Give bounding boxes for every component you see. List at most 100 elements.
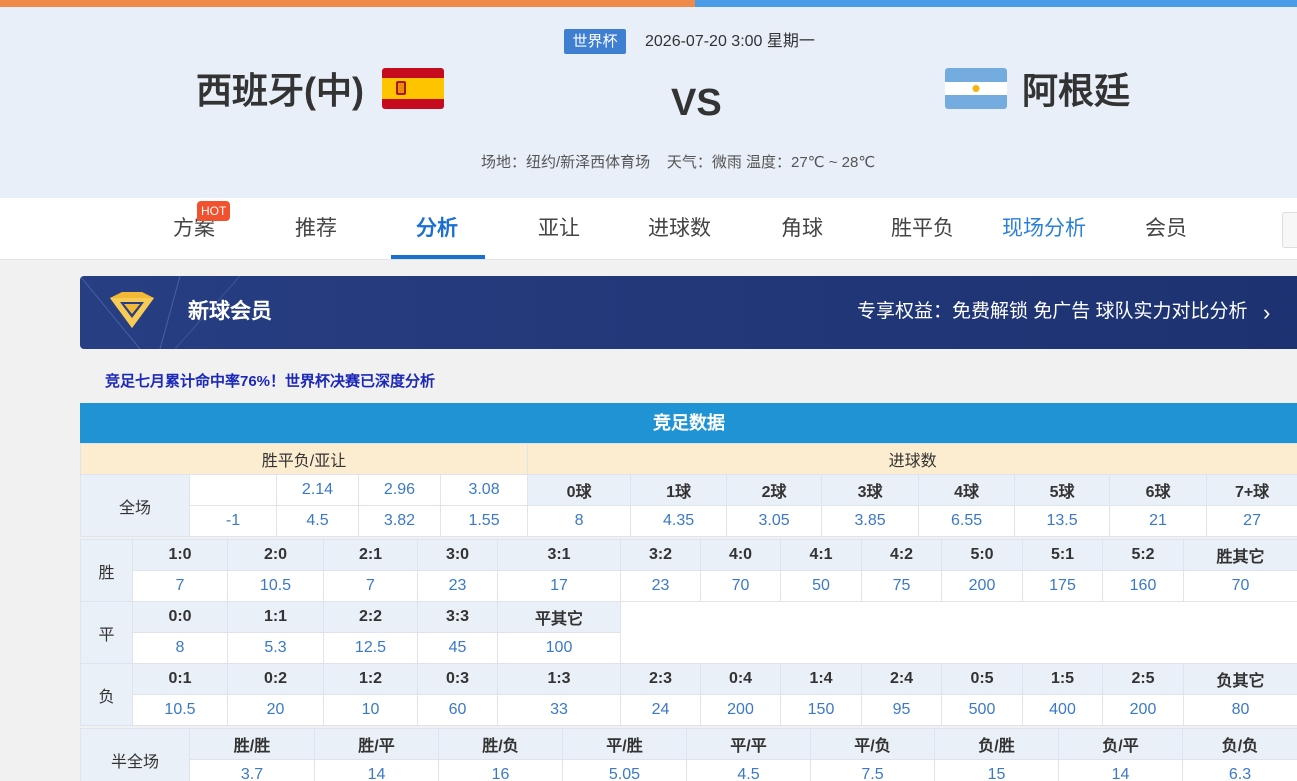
spf-cell[interactable]: 2.96 [358,474,441,506]
away-team-name[interactable]: 阿根廷 [1022,69,1130,113]
half-full-odds[interactable]: 14 [1058,759,1183,781]
half-full-label: 半全场 [80,728,190,781]
score-odds[interactable]: 150 [780,694,862,726]
score-odds[interactable]: 20 [227,694,324,726]
spf-header: 胜平负/亚让 [79,443,529,475]
goals-label: 0球 [527,474,632,506]
half-full-odds[interactable]: 6.3 [1182,759,1297,781]
goals-odds[interactable]: 3.05 [726,505,823,537]
tab-member[interactable]: 会员 [1145,215,1187,243]
chevron-right-icon[interactable]: › [1263,300,1270,326]
tab-goals[interactable]: 进球数 [648,215,711,243]
spf-cell[interactable]: 3.82 [358,505,441,537]
half-full-item: 平/平 [686,728,811,760]
score-label: 5:0 [941,539,1023,571]
goals-odds[interactable]: 13.5 [1014,505,1111,537]
score-label: 3:3 [417,601,498,633]
score-odds[interactable]: 10 [323,694,418,726]
goals-odds[interactable]: 3.85 [821,505,920,537]
goals-odds[interactable]: 21 [1109,505,1208,537]
goals-odds[interactable]: 6.55 [918,505,1016,537]
score-odds[interactable]: 8 [132,632,228,664]
goals-header: 进球数 [527,443,1297,475]
competition-badge[interactable]: 世界杯 [564,29,626,54]
tab-result[interactable]: 胜平负 [891,215,954,243]
score-label: 3:0 [417,539,498,571]
goals-odds[interactable]: 8 [527,505,632,537]
score-odds[interactable]: 175 [1022,570,1103,602]
score-odds[interactable]: 23 [620,570,701,602]
score-odds[interactable]: 500 [941,694,1023,726]
half-full-odds[interactable]: 14 [314,759,439,781]
half-full-odds[interactable]: 7.5 [810,759,935,781]
score-odds[interactable]: 10.5 [132,694,228,726]
half-full-item: 平/胜 [562,728,687,760]
score-odds[interactable]: 70 [700,570,781,602]
home-team-name[interactable]: 西班牙(中) [196,69,364,113]
argentina-flag-icon[interactable] [945,68,1007,109]
score-odds[interactable]: 17 [497,570,621,602]
score-odds[interactable]: 60 [417,694,498,726]
half-full-odds[interactable]: 16 [438,759,563,781]
spf-cell[interactable]: 1.55 [439,505,529,537]
score-label: 1:2 [323,663,418,695]
score-label: 5:2 [1102,539,1184,571]
jingzu-data-panel: 竞足数据 胜平负/亚让 进球数 全场 2.14 2.96 3.08 0球 1球 … [79,403,1297,781]
win-label: 胜 [80,539,133,602]
score-odds[interactable]: 100 [497,632,621,664]
half-full-odds[interactable]: 4.5 [686,759,811,781]
spf-cell[interactable]: 3.08 [439,474,529,506]
vip-banner[interactable]: 新球会员 专享权益：免费解锁 免广告 球队实力对比分析 › [80,276,1297,349]
score-odds[interactable]: 50 [780,570,862,602]
score-odds[interactable]: 33 [497,694,621,726]
score-label: 0:0 [132,601,228,633]
spf-cell[interactable]: 2.14 [276,474,359,506]
score-odds[interactable]: 70 [1183,570,1297,602]
goals-label: 2球 [726,474,823,506]
tab-live-analysis[interactable]: 现场分析 [1002,215,1086,243]
half-full-odds[interactable]: 5.05 [562,759,687,781]
score-label: 1:3 [497,663,621,695]
score-label: 3:2 [620,539,701,571]
tab-corners[interactable]: 角球 [781,215,823,243]
score-odds[interactable]: 200 [1102,694,1184,726]
score-odds[interactable]: 24 [620,694,701,726]
score-odds[interactable]: 75 [861,570,942,602]
score-odds[interactable]: 200 [941,570,1023,602]
tab-recommend[interactable]: 推荐 [295,215,337,243]
score-odds[interactable]: 400 [1022,694,1103,726]
score-odds[interactable]: 95 [861,694,942,726]
score-odds[interactable]: 45 [417,632,498,664]
score-odds[interactable]: 23 [417,570,498,602]
score-odds[interactable]: 160 [1102,570,1184,602]
correct-score-table: 胜 1:0 2:0 2:1 3:0 3:1 3:2 4:0 4:1 4:2 5:… [80,539,1297,726]
score-odds[interactable]: 12.5 [323,632,418,664]
tab-analysis[interactable]: 分析 [416,215,458,243]
score-label: 5:1 [1022,539,1103,571]
half-full-odds[interactable]: 3.7 [189,759,315,781]
score-odds[interactable]: 7 [132,570,228,602]
tab-handicap[interactable]: 亚让 [538,215,580,243]
goals-odds[interactable]: 27 [1206,505,1297,537]
goals-odds[interactable]: 4.35 [630,505,728,537]
score-label: 1:0 [132,539,228,571]
score-odds[interactable]: 80 [1183,694,1297,726]
score-label: 胜其它 [1183,539,1297,571]
half-full-item: 负/负 [1182,728,1297,760]
score-odds[interactable]: 7 [323,570,418,602]
half-full-odds[interactable]: 15 [934,759,1059,781]
spf-cell[interactable]: 4.5 [276,505,359,537]
score-label: 3:1 [497,539,621,571]
goals-label: 4球 [918,474,1016,506]
nav-side-button[interactable] [1282,212,1297,248]
score-odds[interactable]: 5.3 [227,632,324,664]
score-label: 2:0 [227,539,324,571]
lose-label: 负 [80,663,133,726]
spf-goals-table: 胜平负/亚让 进球数 全场 2.14 2.96 3.08 0球 1球 2球 3球… [79,443,1297,537]
promo-link[interactable]: 竞足七月累计命中率76%！世界杯决赛已深度分析 [105,371,435,393]
score-odds[interactable]: 10.5 [227,570,324,602]
spain-flag-icon[interactable] [382,68,444,109]
match-datetime: 2026-07-20 3:00 星期一 [645,33,815,50]
half-full-item: 负/胜 [934,728,1059,760]
score-odds[interactable]: 200 [700,694,781,726]
